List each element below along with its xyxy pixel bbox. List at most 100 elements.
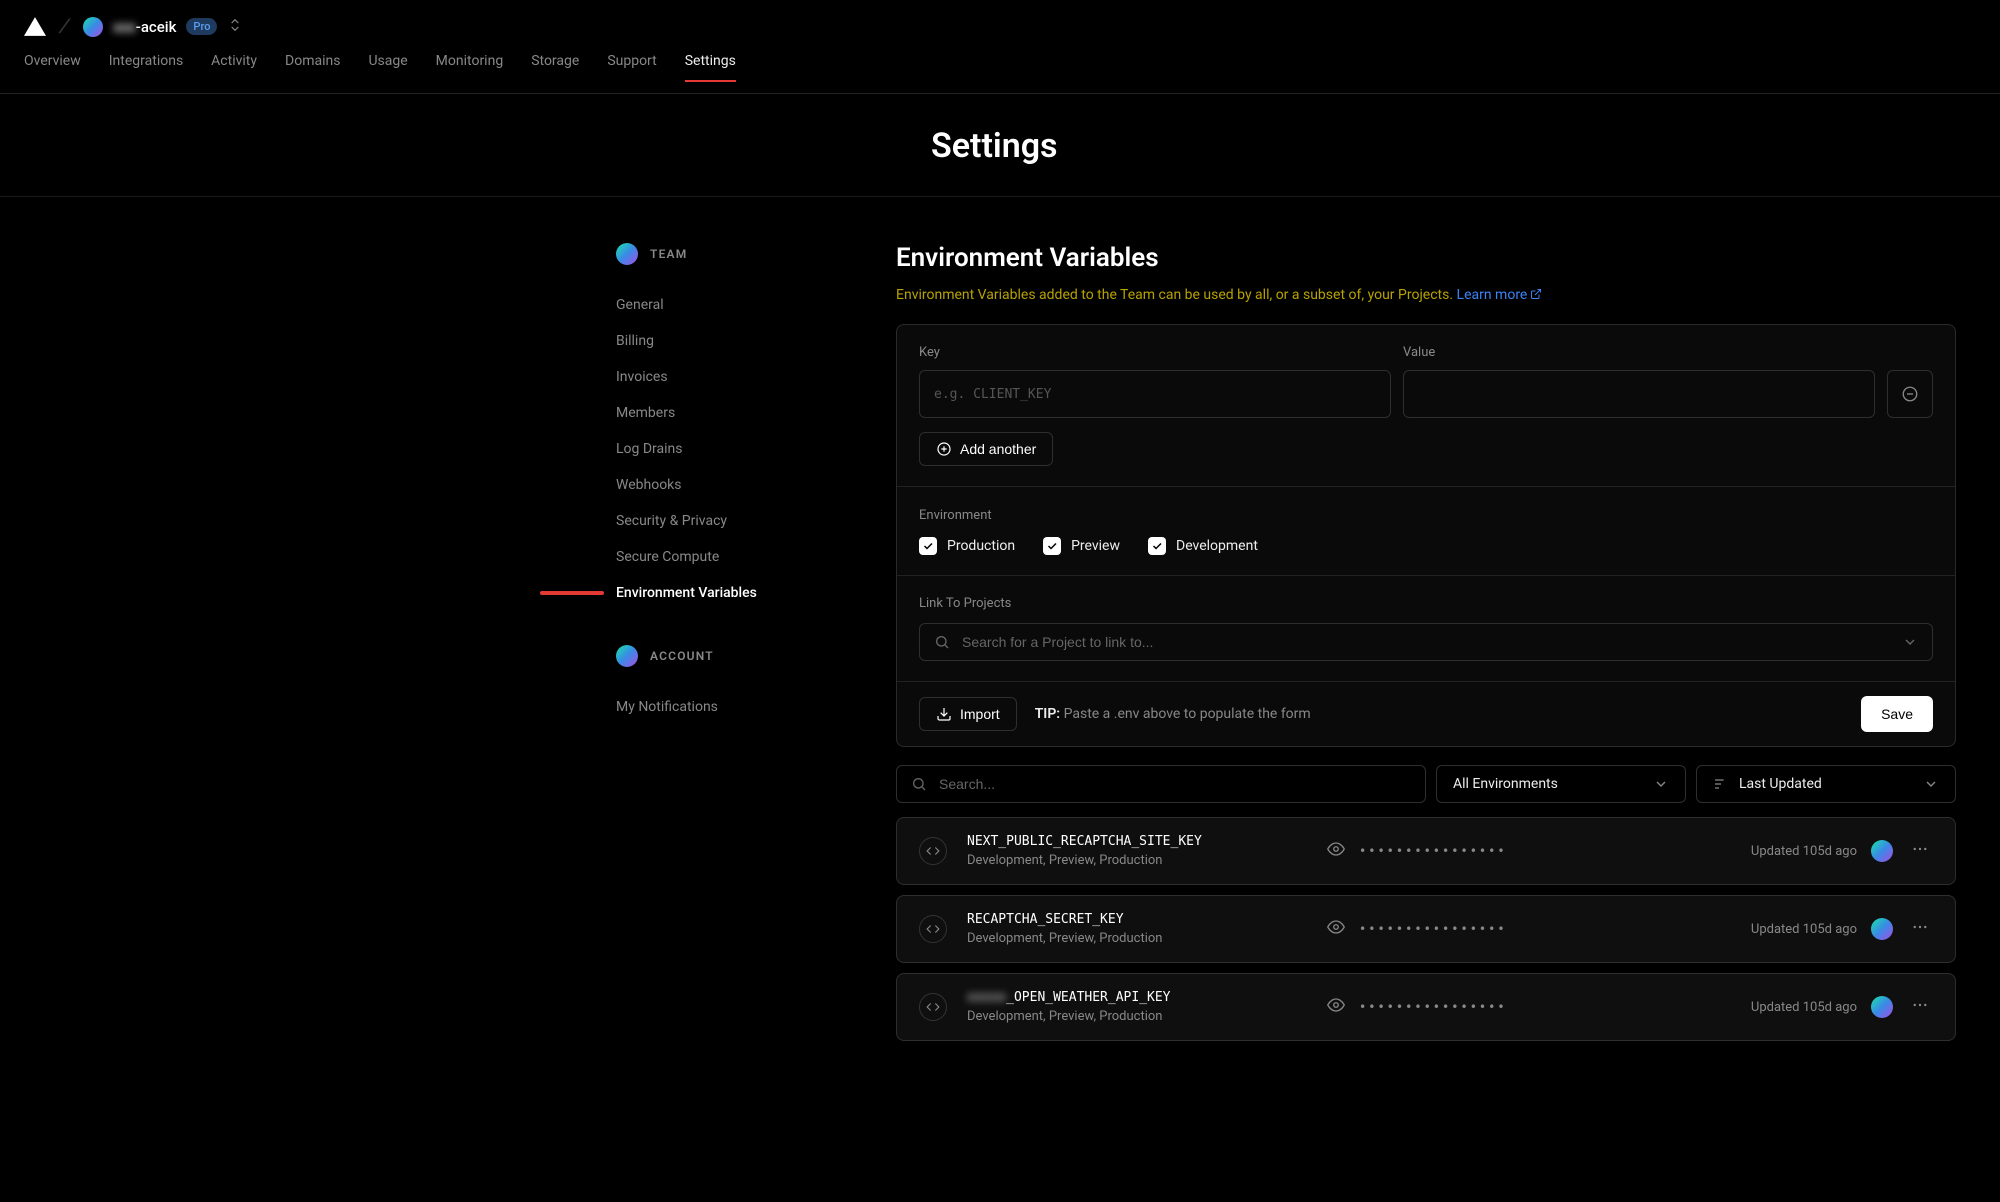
vercel-logo-icon[interactable] [24, 17, 46, 36]
remove-row-button[interactable] [1887, 370, 1933, 418]
sidebar-item-billing[interactable]: Billing [616, 323, 836, 359]
reveal-value-button[interactable] [1327, 918, 1345, 940]
code-icon [919, 837, 947, 865]
section-subtext: Environment Variables added to the Team … [896, 287, 1956, 304]
team-switcher[interactable]: xxx-aceik Pro [83, 17, 243, 37]
search-icon [911, 776, 927, 792]
env-var-key: xxxxx_OPEN_WEATHER_API_KEY [967, 990, 1307, 1005]
section-heading: Environment Variables [896, 243, 1956, 273]
env-form-card: Key Value Add another E [896, 324, 1956, 747]
nav-monitoring[interactable]: Monitoring [436, 53, 504, 81]
minus-circle-icon [1901, 385, 1919, 403]
row-menu-button[interactable] [1907, 914, 1933, 944]
env-var-updated: Updated 105d ago [1751, 844, 1857, 859]
value-label: Value [1403, 345, 1875, 360]
env-checkbox-preview[interactable]: Preview [1043, 537, 1120, 555]
sidebar-item-log-drains[interactable]: Log Drains [616, 431, 836, 467]
checkbox-checked-icon [1148, 537, 1166, 555]
nav-storage[interactable]: Storage [531, 53, 579, 81]
link-projects-search[interactable] [919, 623, 1933, 661]
chevron-down-icon [1902, 634, 1918, 650]
author-avatar-icon [1871, 996, 1893, 1018]
team-avatar-icon [616, 243, 638, 265]
add-another-button[interactable]: Add another [919, 432, 1053, 466]
variables-search-input[interactable] [939, 776, 1411, 792]
sidebar-item-members[interactable]: Members [616, 395, 836, 431]
env-var-row[interactable]: NEXT_PUBLIC_RECAPTCHA_SITE_KEY Developme… [896, 817, 1956, 885]
env-var-row[interactable]: xxxxx_OPEN_WEATHER_API_KEY Development, … [896, 973, 1956, 1041]
reveal-value-button[interactable] [1327, 840, 1345, 862]
sidebar-item-secure-compute[interactable]: Secure Compute [616, 539, 836, 575]
author-avatar-icon [1871, 840, 1893, 862]
nav-activity[interactable]: Activity [211, 53, 257, 81]
sidebar-section-account-label: ACCOUNT [650, 649, 714, 663]
save-button[interactable]: Save [1861, 696, 1933, 732]
account-avatar-icon [616, 645, 638, 667]
settings-sidebar: TEAM General Billing Invoices Members Lo… [616, 243, 836, 1051]
variables-search[interactable] [896, 765, 1426, 803]
key-input[interactable] [919, 370, 1391, 418]
author-avatar-icon [1871, 918, 1893, 940]
import-button[interactable]: Import [919, 697, 1017, 731]
link-projects-label: Link To Projects [919, 596, 1933, 611]
env-filter-label: All Environments [1453, 776, 1558, 792]
nav-domains[interactable]: Domains [285, 53, 340, 81]
learn-more-link[interactable]: Learn more [1457, 287, 1543, 303]
sidebar-item-general[interactable]: General [616, 287, 836, 323]
env-checkbox-development[interactable]: Development [1148, 537, 1258, 555]
env-var-masked-value: •••••••••••••••• [1359, 922, 1507, 936]
env-var-row[interactable]: RECAPTCHA_SECRET_KEY Development, Previe… [896, 895, 1956, 963]
nav-usage[interactable]: Usage [368, 53, 407, 81]
plan-badge: Pro [186, 18, 217, 35]
nav-overview[interactable]: Overview [24, 53, 81, 81]
filter-row: All Environments Last Updated [896, 765, 1956, 803]
env-checkbox-production[interactable]: Production [919, 537, 1015, 555]
sort-icon [1713, 776, 1729, 792]
env-var-masked-value: •••••••••••••••• [1359, 1000, 1507, 1014]
search-icon [934, 634, 950, 650]
import-label: Import [960, 706, 1000, 722]
checkbox-checked-icon [1043, 537, 1061, 555]
env-var-environments: Development, Preview, Production [967, 931, 1307, 946]
value-input[interactable] [1403, 370, 1875, 418]
chevron-down-icon [1923, 776, 1939, 792]
chevron-down-icon [1653, 776, 1669, 792]
checkbox-checked-icon [919, 537, 937, 555]
sidebar-section-team-label: TEAM [650, 247, 687, 261]
download-icon [936, 706, 952, 722]
reveal-value-button[interactable] [1327, 996, 1345, 1018]
plus-circle-icon [936, 441, 952, 457]
row-menu-button[interactable] [1907, 992, 1933, 1022]
breadcrumb-separator: / [57, 13, 72, 39]
sidebar-item-environment-variables[interactable]: Environment Variables [616, 575, 836, 611]
row-menu-button[interactable] [1907, 836, 1933, 866]
nav-integrations[interactable]: Integrations [109, 53, 183, 81]
code-icon [919, 915, 947, 943]
external-link-icon [1530, 288, 1542, 304]
header-bar: / xxx-aceik Pro [0, 0, 2000, 53]
nav-settings[interactable]: Settings [685, 53, 736, 81]
sort-dropdown[interactable]: Last Updated [1696, 765, 1956, 803]
subtext-text: Environment Variables added to the Team … [896, 287, 1453, 303]
environment-filter-dropdown[interactable]: All Environments [1436, 765, 1686, 803]
content-layout: TEAM General Billing Invoices Members Lo… [0, 197, 2000, 1051]
page-title: Settings [931, 126, 1685, 166]
switcher-updown-icon[interactable] [227, 17, 243, 37]
nav-support[interactable]: Support [607, 53, 656, 81]
link-projects-input[interactable] [962, 634, 1890, 650]
env-var-masked-value: •••••••••••••••• [1359, 844, 1507, 858]
sidebar-item-my-notifications[interactable]: My Notifications [616, 689, 836, 725]
environment-label: Environment [919, 508, 992, 523]
page-title-row: Settings [0, 94, 2000, 197]
sidebar-item-invoices[interactable]: Invoices [616, 359, 836, 395]
sidebar-item-webhooks[interactable]: Webhooks [616, 467, 836, 503]
key-label: Key [919, 345, 1391, 360]
env-var-updated: Updated 105d ago [1751, 1000, 1857, 1015]
code-icon [919, 993, 947, 1021]
main-content: Environment Variables Environment Variab… [896, 243, 1956, 1051]
team-name: xxx-aceik [113, 18, 176, 36]
team-avatar-icon [83, 17, 103, 37]
sidebar-section-account: ACCOUNT [616, 645, 836, 667]
sidebar-section-team: TEAM [616, 243, 836, 265]
sidebar-item-security-privacy[interactable]: Security & Privacy [616, 503, 836, 539]
